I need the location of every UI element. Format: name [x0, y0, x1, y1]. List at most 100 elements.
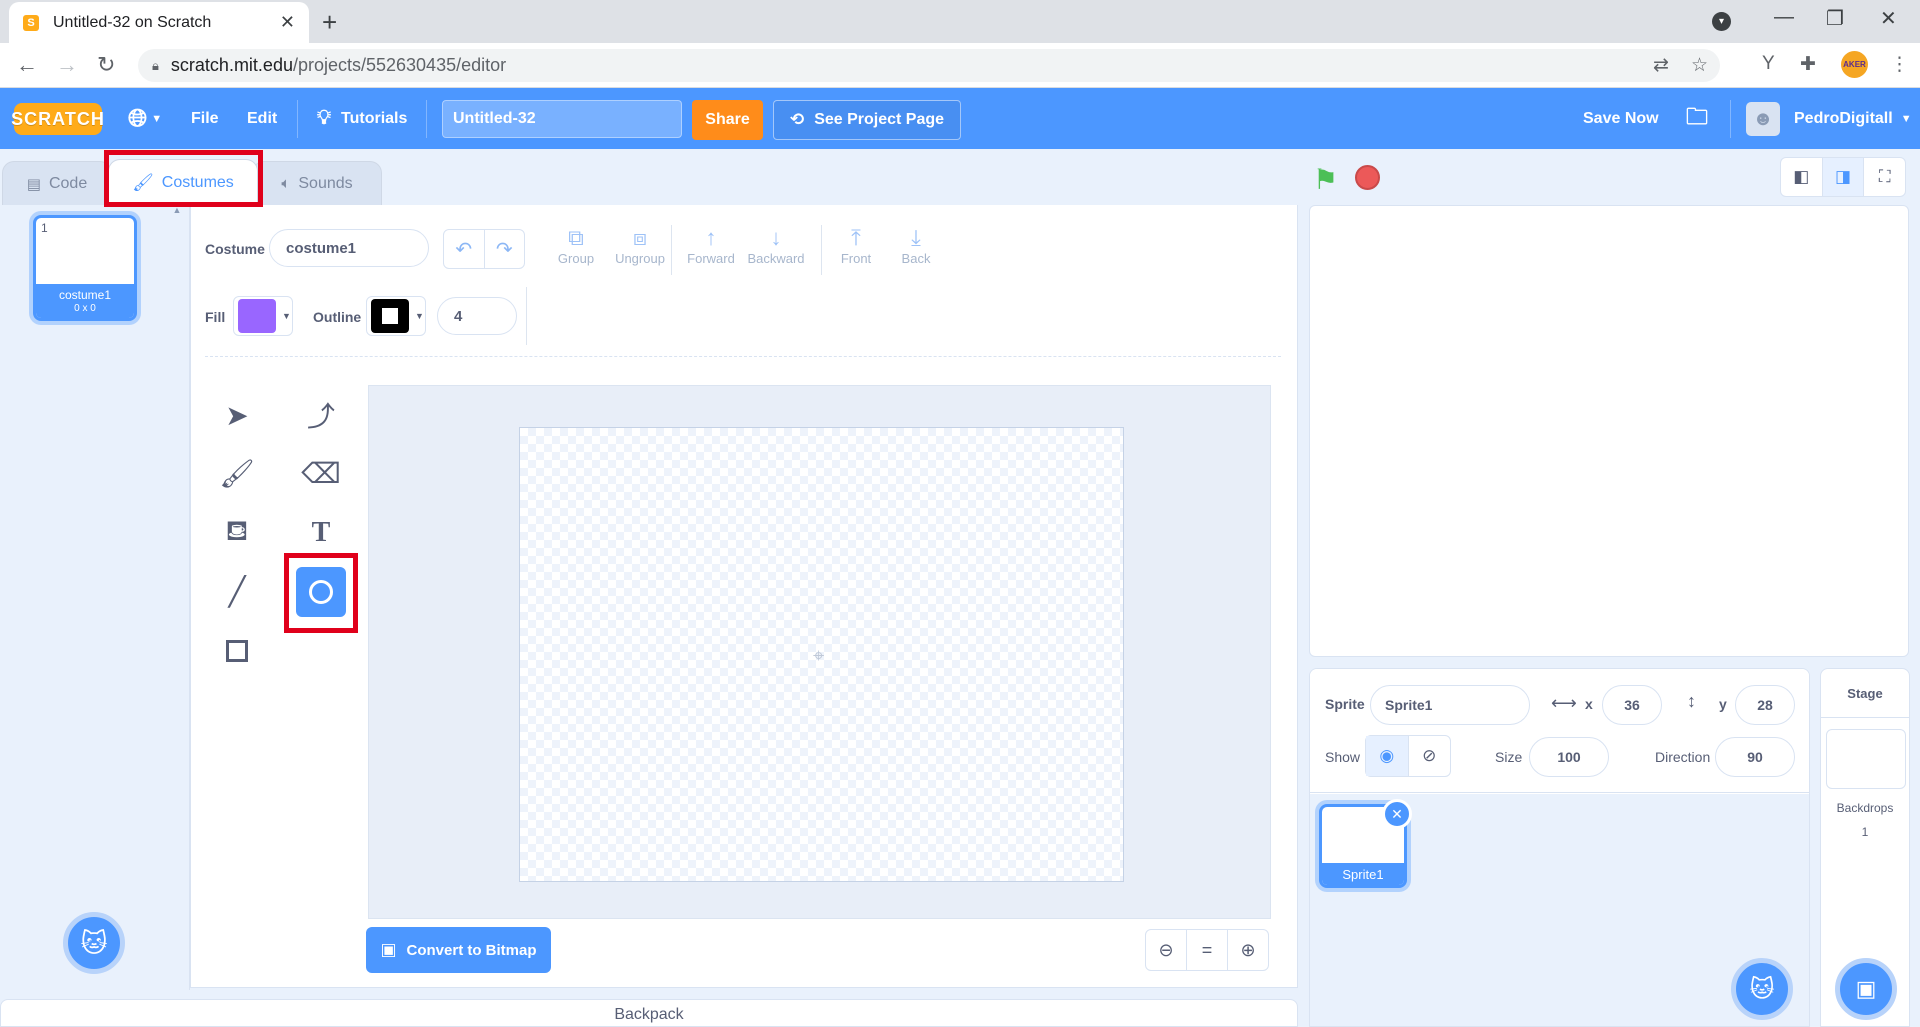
language-menu[interactable]: 🌐︎ ▼	[128, 88, 162, 149]
tab-search-icon[interactable]: ▾	[1712, 12, 1731, 31]
back-icon[interactable]: ←	[16, 52, 38, 78]
stage-thumbnail[interactable]	[1826, 729, 1906, 789]
project-title-input[interactable]: Untitled-32	[442, 100, 682, 138]
browser-tab[interactable]: S Untitled-32 on Scratch ✕	[9, 2, 309, 43]
new-tab-icon[interactable]: +	[322, 7, 337, 38]
fill-tool-icon[interactable]: ⛾	[207, 505, 267, 561]
rectangle-tool-icon[interactable]	[207, 623, 267, 679]
forward-icon[interactable]: →	[56, 52, 78, 78]
green-flag-icon[interactable]: ⚑	[1313, 163, 1338, 196]
edit-menu[interactable]: Edit	[247, 88, 277, 149]
reload-icon[interactable]: ↻	[97, 52, 115, 78]
delete-sprite-icon[interactable]: ✕	[1382, 799, 1412, 829]
see-project-page-label: See Project Page	[814, 111, 945, 128]
save-now-button[interactable]: Save Now	[1583, 88, 1659, 149]
extension-y-icon[interactable]: Y	[1762, 53, 1775, 75]
group-label: Group	[557, 251, 595, 266]
account-menu[interactable]: PedroDigitall ▼	[1794, 88, 1912, 149]
group-button[interactable]: ⧉ Group	[551, 225, 601, 266]
sprite-name-input[interactable]: Sprite1	[1370, 685, 1530, 725]
stage-canvas[interactable]	[1309, 205, 1909, 657]
zoom-in-icon[interactable]: ⊕	[1228, 930, 1268, 970]
share-button[interactable]: Share	[692, 100, 763, 140]
paint-editor: Costume costume1 ↶ ↷ ⧉ Group ⧈ Ungroup ↑…	[190, 205, 1298, 988]
scratch-logo[interactable]: SCRATCH	[11, 103, 104, 135]
lightbulb-icon: 💡︎	[317, 107, 331, 129]
show-visible-eye-icon[interactable]: ◉	[1366, 736, 1409, 776]
chevron-down-icon: ▼	[415, 311, 424, 321]
lock-icon: 🔒︎	[152, 57, 159, 73]
fill-color-picker[interactable]: ▼	[233, 296, 293, 336]
costume-item-label: costume1 0 x 0	[36, 284, 134, 318]
browser-toolbar: ← → ↻ 🔒︎ scratch.mit.edu/projects/552630…	[0, 43, 1920, 88]
tab-costumes[interactable]: 🖌︎ Costumes	[108, 159, 258, 205]
arrow-down-icon: ↓	[770, 225, 782, 250]
costume-list-scrollbar[interactable]: ▲	[170, 205, 184, 980]
size-input[interactable]: 100	[1529, 737, 1609, 777]
text-tool-icon[interactable]: T	[291, 505, 351, 561]
minimize-icon[interactable]: —	[1774, 6, 1794, 29]
direction-input[interactable]: 90	[1715, 737, 1795, 777]
reshape-tool-icon[interactable]: ⤴	[291, 387, 351, 443]
paintbrush-icon: 🖌︎	[132, 172, 154, 192]
x-label: x	[1585, 696, 1593, 712]
line-tool-icon[interactable]: ╱	[207, 563, 267, 619]
costume-name-input[interactable]: costume1	[269, 229, 429, 267]
costume-item[interactable]: 1 costume1 0 x 0	[33, 215, 137, 321]
backward-button[interactable]: ↓ Backward	[741, 225, 811, 266]
restore-icon[interactable]: ❐	[1826, 6, 1844, 31]
address-bar[interactable]: 🔒︎ scratch.mit.edu/projects/552630435/ed…	[138, 49, 1720, 82]
user-avatar[interactable]: ☻	[1746, 102, 1780, 136]
close-window-icon[interactable]: ✕	[1880, 6, 1897, 31]
translate-icon[interactable]: ⇄	[1653, 54, 1669, 77]
outline-width-input[interactable]: 4	[437, 297, 517, 335]
eraser-tool-icon[interactable]: ⌫	[291, 445, 351, 501]
zoom-out-icon[interactable]: ⊖	[1146, 930, 1187, 970]
tab-code[interactable]: ▤ Code	[2, 161, 112, 205]
back-button[interactable]: ⤓ Back	[891, 225, 941, 266]
browser-tabstrip: S Untitled-32 on Scratch ✕ + ▾ — ❐ ✕	[0, 0, 1920, 43]
file-menu[interactable]: File	[191, 88, 219, 149]
small-stage-icon[interactable]: ◧	[1781, 158, 1823, 196]
zoom-reset-button[interactable]: =	[1187, 930, 1228, 970]
menu-divider	[1730, 100, 1731, 138]
choose-backdrop-button[interactable]: ▣	[1835, 958, 1897, 1020]
outline-color-picker[interactable]: ▼	[366, 296, 426, 336]
circle-tool-icon[interactable]	[296, 567, 346, 617]
tutorials-menu[interactable]: 💡︎ Tutorials	[317, 88, 407, 149]
direction-label: Direction	[1655, 749, 1711, 765]
forward-button[interactable]: ↑ Forward	[681, 225, 741, 266]
chevron-down-icon: ▼	[1900, 112, 1912, 125]
select-tool-icon[interactable]: ➤	[207, 387, 267, 443]
bookmark-star-icon[interactable]: ☆	[1691, 54, 1708, 77]
redo-icon[interactable]: ↷	[485, 230, 525, 268]
choose-sprite-button[interactable]: 🐱︎	[1731, 958, 1793, 1020]
fullscreen-icon[interactable]: ⛶	[1864, 158, 1905, 196]
profile-avatar-icon[interactable]: AKER	[1841, 51, 1868, 78]
x-position-input[interactable]: 36	[1602, 685, 1662, 725]
convert-to-bitmap-button[interactable]: ▣ Convert to Bitmap	[366, 927, 551, 973]
hide-eye-slash-icon[interactable]: ⊘	[1409, 736, 1451, 776]
image-add-icon: ▣	[1855, 976, 1877, 1001]
brush-tool-icon[interactable]: 🖌︎	[207, 445, 267, 501]
undo-icon[interactable]: ↶	[444, 230, 485, 268]
see-project-page-button[interactable]: ⟲ See Project Page	[773, 100, 961, 140]
choose-costume-button[interactable]: 🐱︎	[63, 912, 125, 974]
ungroup-button[interactable]: ⧈ Ungroup	[605, 225, 675, 266]
browser-menu-icon[interactable]: ⋮	[1890, 53, 1909, 76]
horizontal-arrows-icon: ⟷	[1551, 693, 1577, 713]
stop-icon[interactable]	[1355, 165, 1380, 190]
front-button[interactable]: ⤒ Front	[831, 225, 881, 266]
normal-stage-icon[interactable]: ◨	[1822, 158, 1865, 196]
my-stuff-folder-icon[interactable]: 🗀	[1686, 88, 1708, 149]
scratch-favicon-icon: S	[23, 14, 39, 31]
paint-canvas[interactable]: ⌖	[519, 427, 1124, 882]
tab-sounds[interactable]: 🔈︎ Sounds	[252, 161, 382, 205]
sprite-properties: Sprite Sprite1 ⟷ x 36 ↕ y 28 Show ◉ ⊘ Si…	[1310, 669, 1809, 793]
paint-canvas-area[interactable]: ⌖	[368, 385, 1271, 919]
close-tab-icon[interactable]: ✕	[280, 12, 295, 33]
backpack-bar[interactable]: Backpack	[0, 999, 1298, 1027]
scroll-up-icon[interactable]: ▲	[170, 205, 184, 215]
extensions-puzzle-icon[interactable]: ✚	[1800, 53, 1816, 76]
y-position-input[interactable]: 28	[1735, 685, 1795, 725]
